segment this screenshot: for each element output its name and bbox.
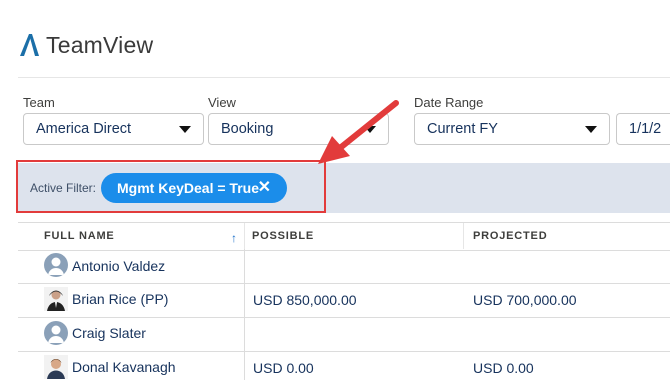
column-header-projected[interactable]: PROJECTED [473, 230, 547, 242]
default-avatar-icon [44, 321, 68, 345]
header-divider [18, 77, 670, 78]
view-label: View [208, 95, 236, 110]
row-possible-value: USD 0.00 [253, 360, 314, 376]
annotation-highlight-box [16, 160, 326, 213]
view-select-value: Booking [221, 121, 274, 137]
team-label: Team [23, 95, 55, 110]
default-avatar-icon [44, 253, 68, 277]
row-possible-value: USD 850,000.00 [253, 292, 357, 308]
avatar [44, 287, 68, 311]
date-start-field[interactable]: 1/1/2 [616, 113, 670, 145]
column-header-full-name[interactable]: FULL NAME [44, 230, 115, 242]
team-select-value: America Direct [36, 121, 132, 137]
row-full-name[interactable]: Donal Kavanagh [72, 359, 176, 375]
date-range-label: Date Range [414, 95, 484, 110]
table-header [18, 222, 670, 251]
chevron-down-icon [585, 126, 597, 133]
team-select[interactable]: America Direct [23, 113, 204, 145]
chevron-down-icon [179, 126, 191, 133]
row-full-name[interactable]: Craig Slater [72, 325, 146, 341]
chevron-down-icon [364, 126, 376, 133]
row-projected-value: USD 0.00 [473, 360, 534, 376]
app-header: TeamView [18, 30, 153, 60]
view-select[interactable]: Booking [208, 113, 389, 145]
sort-ascending-icon[interactable]: ↑ [231, 231, 237, 245]
column-divider [244, 249, 245, 380]
app-title: TeamView [46, 31, 154, 58]
date-start-value: 1/1/2 [629, 121, 662, 137]
avatar [44, 355, 68, 379]
row-full-name[interactable]: Antonio Valdez [72, 258, 165, 274]
date-range-select-value: Current FY [427, 121, 498, 137]
column-divider [244, 223, 245, 249]
row-projected-value: USD 700,000.00 [473, 292, 577, 308]
row-full-name[interactable]: Brian Rice (PP) [72, 291, 168, 307]
teamview-logo-icon [20, 34, 39, 56]
date-range-select[interactable]: Current FY [414, 113, 610, 145]
column-divider [463, 223, 464, 249]
column-header-possible[interactable]: POSSIBLE [252, 230, 314, 242]
